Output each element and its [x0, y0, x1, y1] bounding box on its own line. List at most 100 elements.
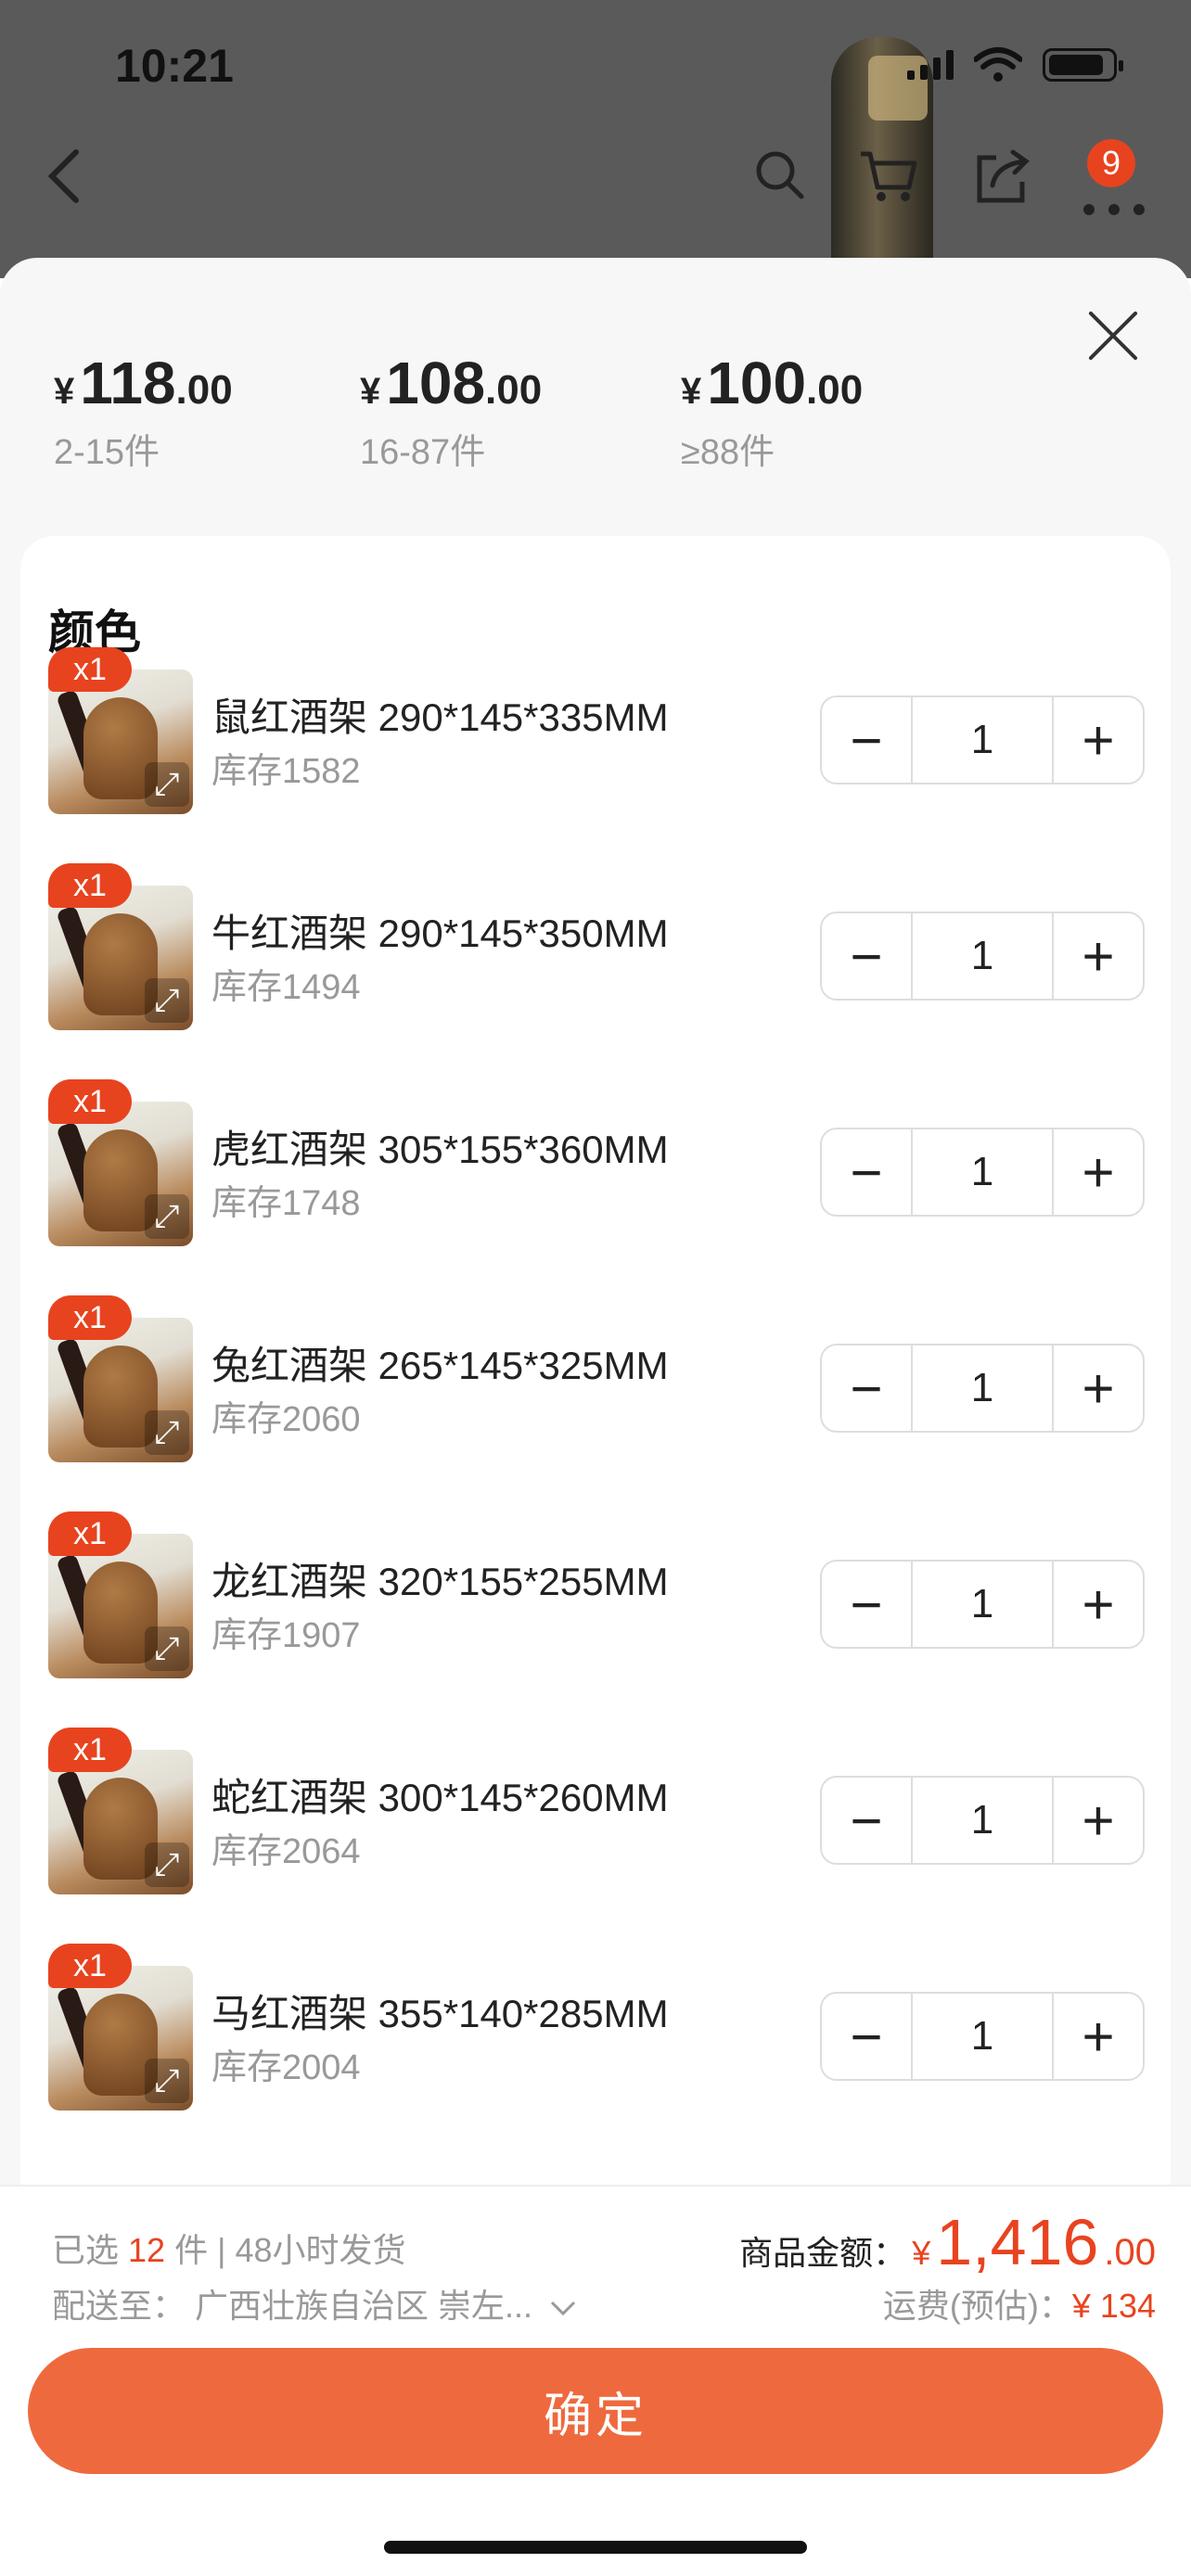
quantity-badge: x1 [48, 1511, 132, 1556]
variant-stock: 库存1748 [211, 1184, 361, 1223]
expand-icon[interactable]: ⤢ [145, 1843, 189, 1887]
quantity-value[interactable]: 1 [911, 697, 1054, 783]
amount-currency: ¥ [912, 2234, 931, 2272]
tier-range: 16-87件 [360, 433, 486, 472]
variant-stock: 库存2064 [211, 1832, 361, 1871]
quantity-badge: x1 [48, 863, 132, 908]
freight-label: 运费(预估)： [882, 2287, 1072, 2325]
plus-button[interactable]: + [1054, 1345, 1143, 1431]
freight-value: ¥ 134 [1071, 2287, 1156, 2325]
signal-icon [907, 50, 954, 80]
minus-button[interactable]: − [822, 697, 911, 783]
expand-icon[interactable]: ⤢ [145, 1626, 189, 1671]
amount-int: 1,416 [936, 2206, 1099, 2278]
quantity-stepper: −1 + [820, 1344, 1145, 1433]
variant-row: ⤢ x1 蛇红酒架 300*145*260MM 库存2064 −1 + [20, 1728, 1171, 1894]
variant-stock: 库存1582 [211, 752, 361, 791]
cart-count-badge: 9 [1087, 139, 1135, 187]
plus-button[interactable]: + [1054, 1562, 1143, 1647]
tier-currency: ¥ [681, 371, 702, 412]
price-tier: ¥108.00 16-87件 [360, 349, 542, 474]
ship-to[interactable]: 配送至： 广西壮族自治区 崇左... [52, 2279, 577, 2327]
variant-name: 龙红酒架 320*155*255MM [211, 1560, 669, 1603]
variant-stock: 库存2004 [211, 2048, 361, 2087]
plus-button[interactable]: + [1054, 913, 1143, 999]
selected-count: 12 [128, 2231, 166, 2269]
minus-button[interactable]: − [822, 913, 911, 999]
variant-name: 鼠红酒架 290*145*335MM [211, 695, 669, 739]
order-footer: 已选 12 件 | 48小时发货 配送至： 广西壮族自治区 崇左... 商品金额… [0, 2185, 1191, 2576]
tier-price-dec: .00 [175, 367, 233, 413]
quantity-badge: x1 [48, 1728, 132, 1772]
tier-price-int: 100 [707, 350, 807, 416]
expand-icon[interactable]: ⤢ [145, 762, 189, 807]
variant-row: ⤢ x1 龙红酒架 320*155*255MM 库存1907 −1 + [20, 1511, 1171, 1678]
quantity-value[interactable]: 1 [911, 1778, 1054, 1863]
selected-suffix: 件 | 48小时发货 [174, 2231, 406, 2269]
variant-row: ⤢ x1 马红酒架 355*140*285MM 库存2004 −1 + [20, 1944, 1171, 2111]
expand-icon[interactable]: ⤢ [145, 978, 189, 1023]
minus-button[interactable]: − [822, 1562, 911, 1647]
quantity-value[interactable]: 1 [911, 913, 1054, 999]
status-time: 10:21 [115, 40, 234, 92]
variant-stock: 库存1907 [211, 1616, 361, 1655]
expand-icon[interactable]: ⤢ [145, 1410, 189, 1455]
tier-price-dec: .00 [806, 367, 864, 413]
price-tier: ¥118.00 2-15件 [54, 349, 233, 474]
tier-price-int: 108 [386, 350, 486, 416]
amount-dec: .00 [1104, 2232, 1156, 2273]
quantity-value[interactable]: 1 [911, 1994, 1054, 2079]
variant-row: ⤢ x1 牛红酒架 290*145*350MM 库存1494 −1 + [20, 863, 1171, 1030]
close-icon[interactable] [1087, 308, 1141, 362]
minus-button[interactable]: − [822, 1994, 911, 2079]
quantity-badge: x1 [48, 1079, 132, 1124]
wifi-icon [974, 47, 1022, 82]
tier-currency: ¥ [54, 371, 75, 412]
quantity-badge: x1 [48, 1944, 132, 1988]
plus-button[interactable]: + [1054, 1778, 1143, 1863]
quantity-stepper: −1 + [820, 912, 1145, 1001]
cart-icon[interactable] [859, 148, 918, 213]
quantity-value[interactable]: 1 [911, 1345, 1054, 1431]
battery-icon [1043, 48, 1123, 82]
search-icon[interactable] [753, 148, 805, 210]
variant-row: ⤢ x1 鼠红酒架 290*145*335MM 库存1582 −1 + [20, 647, 1171, 814]
minus-button[interactable]: − [822, 1345, 911, 1431]
share-icon[interactable] [974, 148, 1030, 213]
variant-row: ⤢ x1 兔红酒架 265*145*325MM 库存2060 −1 + [20, 1295, 1171, 1462]
minus-button[interactable]: − [822, 1129, 911, 1215]
selected-prefix: 已选 [52, 2231, 120, 2269]
quantity-stepper: −1 + [820, 1560, 1145, 1649]
variant-row: ⤢ x1 虎红酒架 305*155*360MM 库存1748 −1 + [20, 1079, 1171, 1246]
quantity-value[interactable]: 1 [911, 1129, 1054, 1215]
variant-name: 虎红酒架 305*155*360MM [211, 1128, 669, 1171]
background-header: 10:21 9 [0, 0, 1191, 278]
expand-icon[interactable]: ⤢ [145, 2059, 189, 2103]
back-icon[interactable] [46, 148, 83, 213]
plus-button[interactable]: + [1054, 697, 1143, 783]
quantity-value[interactable]: 1 [911, 1562, 1054, 1647]
expand-icon[interactable]: ⤢ [145, 1194, 189, 1239]
freight: 运费(预估)：¥ 134 [883, 2279, 1156, 2327]
amount-label: 商品金额： [739, 2234, 907, 2272]
chevron-down-icon [550, 2301, 576, 2316]
quantity-badge: x1 [48, 1295, 132, 1340]
plus-button[interactable]: + [1054, 1994, 1143, 2079]
tier-price-int: 118 [80, 350, 176, 416]
quantity-stepper: −1 + [820, 695, 1145, 784]
tier-range: 2-15件 [54, 433, 160, 472]
quantity-badge: x1 [48, 647, 132, 692]
variant-stock: 库存1494 [211, 968, 361, 1007]
tier-price-dec: .00 [485, 367, 543, 413]
price-tier: ¥100.00 ≥88件 [681, 349, 863, 474]
variant-name: 马红酒架 355*140*285MM [211, 1992, 669, 2035]
variant-name: 牛红酒架 290*145*350MM [211, 912, 669, 955]
quantity-stepper: −1 + [820, 1776, 1145, 1865]
confirm-button[interactable]: 确定 [28, 2348, 1163, 2474]
minus-button[interactable]: − [822, 1778, 911, 1863]
variant-name: 兔红酒架 265*145*325MM [211, 1344, 669, 1387]
plus-button[interactable]: + [1054, 1129, 1143, 1215]
ship-to-text: 配送至： 广西壮族自治区 崇左... [52, 2287, 533, 2325]
selected-summary: 已选 12 件 | 48小时发货 [52, 2224, 406, 2272]
status-icons [907, 46, 1123, 83]
